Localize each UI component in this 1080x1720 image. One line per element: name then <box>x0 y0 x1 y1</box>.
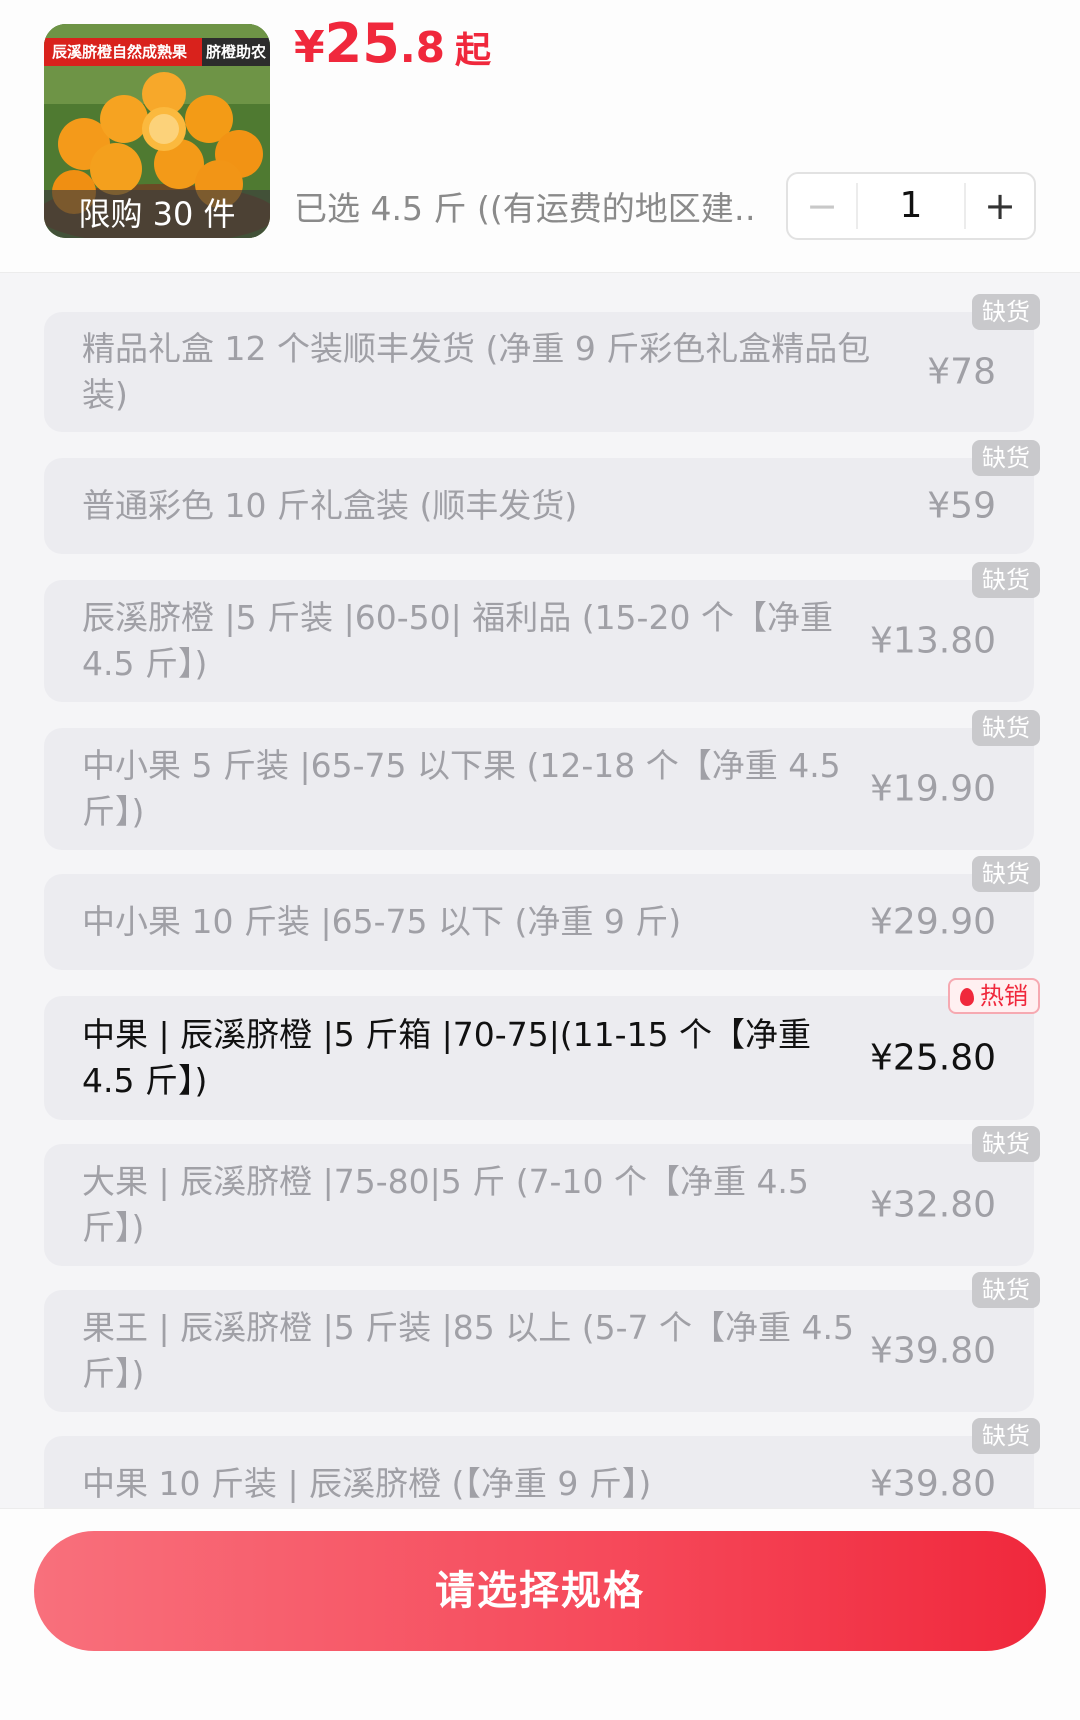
price-integer: 25 <box>324 12 400 75</box>
spec-option-label: 中果 | 辰溪脐橙 |5 斤箱 |70-75|(11-15 个【净重 4.5 斤… <box>82 1015 812 1100</box>
out-of-stock-badge: 缺货 <box>972 440 1040 476</box>
spec-option-label: 中小果 5 斤装 |65-75 以下果 (12-18 个【净重 4.5 斤】) <box>82 746 841 831</box>
spec-option-price: ¥13.80 <box>870 620 996 662</box>
spec-option-price: ¥59 <box>927 485 996 527</box>
spec-option-price: ¥39.80 <box>870 1330 996 1372</box>
sku-header: 辰溪脐橙自然成熟果 脐橙助农 限购 30 件 ¥25.8 起 已选 4.5 斤 (… <box>0 0 1080 273</box>
price-display: ¥25.8 起 <box>294 12 491 75</box>
out-of-stock-badge: 缺货 <box>972 294 1040 330</box>
quantity-stepper: − 1 + <box>786 172 1036 240</box>
out-of-stock-badge: 缺货 <box>972 710 1040 746</box>
spec-option-price: ¥25.80 <box>870 1037 996 1079</box>
flame-icon <box>960 988 974 1006</box>
spec-option-label: 大果 | 辰溪脐橙 |75-80|5 斤 (7-10 个【净重 4.5 斤】) <box>82 1162 809 1247</box>
spec-option[interactable]: 果王 | 辰溪脐橙 |5 斤装 |85 以上 (5-7 个【净重 4.5 斤】)… <box>44 1272 1040 1412</box>
spec-option[interactable]: 大果 | 辰溪脐橙 |75-80|5 斤 (7-10 个【净重 4.5 斤】) … <box>44 1126 1040 1266</box>
spec-option-price: ¥29.90 <box>870 901 996 943</box>
select-spec-button[interactable]: 请选择规格 <box>34 1531 1046 1651</box>
decrement-button[interactable]: − <box>788 184 856 228</box>
spec-option-price: ¥78 <box>927 351 996 393</box>
out-of-stock-badge: 缺货 <box>972 562 1040 598</box>
spec-option[interactable]: 中果 10 斤装 | 辰溪脐橙 (【净重 9 斤】) ¥39.80 缺货 <box>44 1418 1040 1508</box>
spec-option-label: 普通彩色 10 斤礼盒装 (顺丰发货) <box>82 486 578 525</box>
out-of-stock-badge: 缺货 <box>972 1126 1040 1162</box>
thumb-banner-left: 辰溪脐橙自然成熟果 <box>44 38 202 66</box>
product-image: 辰溪脐橙自然成熟果 脐橙助农 限购 30 件 <box>44 24 270 238</box>
hot-sale-label: 热销 <box>980 982 1028 1010</box>
spec-option-label: 精品礼盒 12 个装顺丰发货 (净重 9 斤彩色礼盒精品包装) <box>82 329 871 414</box>
spec-option[interactable]: 精品礼盒 12 个装顺丰发货 (净重 9 斤彩色礼盒精品包装) ¥78 缺货 <box>44 294 1040 432</box>
spec-option[interactable]: 中小果 10 斤装 |65-75 以下 (净重 9 斤) ¥29.90 缺货 <box>44 856 1040 970</box>
spec-option[interactable]: 辰溪脐橙 |5 斤装 |60-50| 福利品 (15-20 个【净重 4.5 斤… <box>44 562 1040 702</box>
price-suffix: 起 <box>454 30 491 71</box>
footer-bar: 请选择规格 <box>0 1508 1080 1720</box>
out-of-stock-badge: 缺货 <box>972 856 1040 892</box>
increment-button[interactable]: + <box>966 184 1034 228</box>
spec-option-selected[interactable]: 中果 | 辰溪脐橙 |5 斤箱 |70-75|(11-15 个【净重 4.5 斤… <box>44 978 1040 1120</box>
quantity-value[interactable]: 1 <box>856 183 966 229</box>
price-decimal: .8 <box>399 23 445 72</box>
spec-option-label: 果王 | 辰溪脐橙 |5 斤装 |85 以上 (5-7 个【净重 4.5 斤】) <box>82 1308 855 1393</box>
spec-option-price: ¥32.80 <box>870 1184 996 1226</box>
thumb-banner: 辰溪脐橙自然成熟果 脐橙助农 <box>44 38 270 66</box>
spec-option-price: ¥39.80 <box>870 1463 996 1505</box>
hot-sale-badge: 热销 <box>948 978 1040 1014</box>
out-of-stock-badge: 缺货 <box>972 1272 1040 1308</box>
purchase-limit-label: 限购 30 件 <box>44 190 270 238</box>
currency-symbol: ¥ <box>294 22 325 73</box>
spec-option-list: 精品礼盒 12 个装顺丰发货 (净重 9 斤彩色礼盒精品包装) ¥78 缺货 普… <box>0 274 1080 1508</box>
selected-spec-text: 已选 4.5 斤 ((有运费的地区建… <box>294 189 754 228</box>
spec-option-label: 中小果 10 斤装 |65-75 以下 (净重 9 斤) <box>82 902 682 941</box>
spec-option[interactable]: 中小果 5 斤装 |65-75 以下果 (12-18 个【净重 4.5 斤】) … <box>44 710 1040 850</box>
spec-option-label: 中果 10 斤装 | 辰溪脐橙 (【净重 9 斤】) <box>82 1464 652 1503</box>
thumb-banner-right: 脐橙助农 <box>202 38 270 66</box>
spec-option-price: ¥19.90 <box>870 768 996 810</box>
spec-option-label: 辰溪脐橙 |5 斤装 |60-50| 福利品 (15-20 个【净重 4.5 斤… <box>82 598 833 683</box>
out-of-stock-badge: 缺货 <box>972 1418 1040 1454</box>
spec-option[interactable]: 普通彩色 10 斤礼盒装 (顺丰发货) ¥59 缺货 <box>44 440 1040 554</box>
